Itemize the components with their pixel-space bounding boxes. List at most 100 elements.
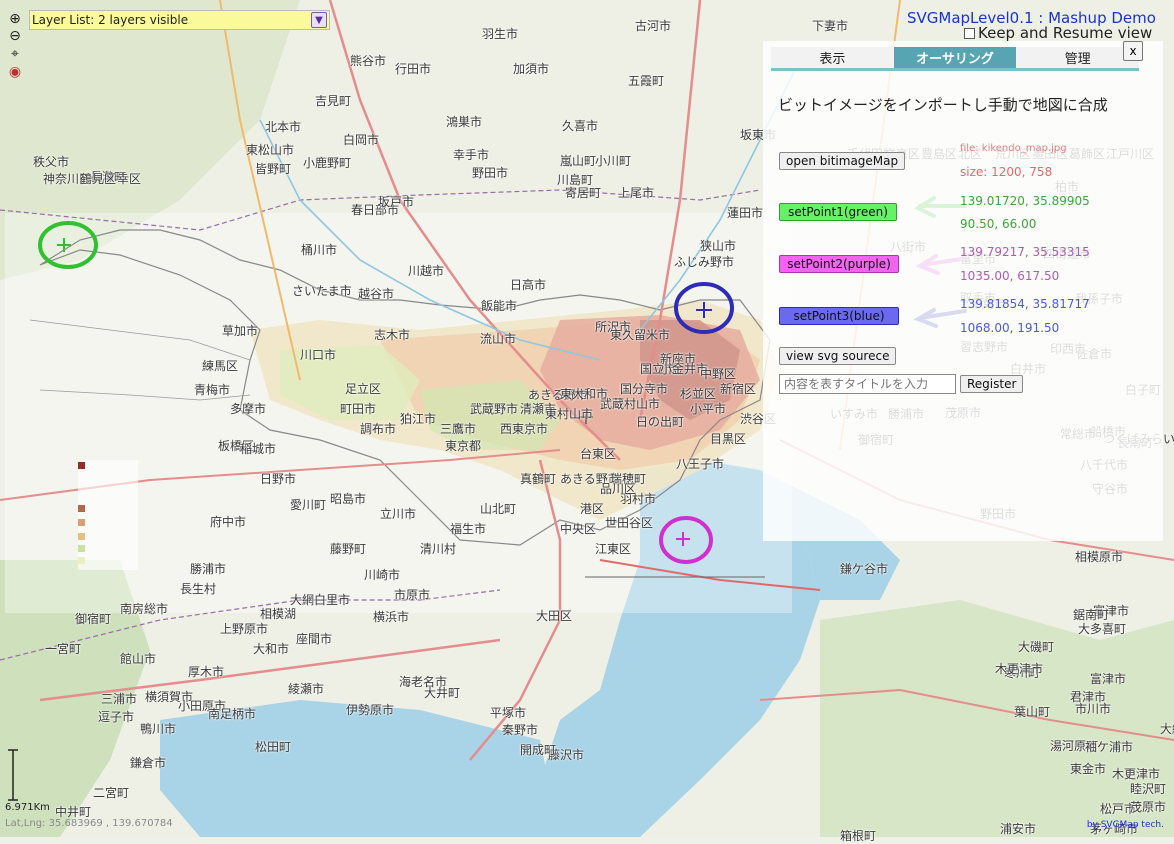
map-place-label: 熊谷市 [350, 54, 387, 68]
map-place-label: 羽生市 [482, 27, 519, 41]
map-place-label: 足立区 [345, 382, 382, 396]
zoom-out-icon[interactable]: ⊖ [6, 27, 24, 45]
layer-list-select[interactable]: Layer List: 2 layers visible ▼ [29, 10, 330, 30]
3d-view-icon[interactable]: ◉ [6, 63, 24, 81]
map-place-label: 平塚市 [490, 706, 527, 720]
map-place-label: 座間市 [296, 632, 333, 646]
map-place-label: 流山市 [480, 332, 517, 346]
map-place-label: 大和市 [253, 642, 290, 656]
map-place-label: 伊勢原市 [346, 703, 395, 717]
title-input[interactable] [779, 374, 956, 394]
map-place-label: 蓮田市 [727, 206, 764, 220]
map-place-label: 上尾市 [618, 186, 655, 200]
keep-resume-checkbox[interactable] [964, 27, 975, 39]
point3-latlng: 139.81854, 35.81717 [960, 297, 1090, 311]
map-place-label: 青梅市 [194, 383, 231, 397]
map-place-label: 秩父市 [33, 155, 70, 169]
map-place-label: 品川区 [600, 482, 637, 496]
map-place-label: 睦沢町 [1130, 782, 1167, 796]
tab-display[interactable]: 表示 [771, 47, 894, 71]
keep-resume-row[interactable]: Keep and Resume view [964, 24, 1152, 42]
set-point2-button[interactable]: setPoint2(purple) [779, 255, 899, 273]
map-place-label: 三浦市 [101, 692, 138, 706]
map-place-label: 武蔵村山市 [600, 397, 661, 411]
map-place-label: 市川市 [1075, 702, 1112, 716]
map-place-label: 日野市 [260, 472, 297, 486]
tab-authoring[interactable]: オーサリング [893, 47, 1017, 71]
map-place-label: 大網白里市 [1160, 722, 1174, 736]
map-place-label: 愛川町 [290, 498, 327, 512]
file-info: file: kikendo_map.jpg [960, 143, 1067, 154]
map-place-label: 秦野市 [502, 723, 539, 737]
authoring-panel: 表示 オーサリング 管理 x ビットイメージをインポートし手動で地図に合成 op… [763, 41, 1163, 541]
zoom-in-icon[interactable]: ⊕ [6, 10, 24, 28]
map-place-label: 東金市 [1070, 762, 1107, 776]
map-place-label: 西東京市 [500, 422, 549, 436]
map-place-label: 三鷹市 [440, 422, 477, 436]
map-place-label: 鎌ケ谷市 [840, 562, 889, 576]
map-place-label: 行田市 [395, 62, 432, 76]
map-place-label: 府中市 [210, 515, 247, 529]
tab-management[interactable]: 管理 [1016, 47, 1140, 71]
map-place-label: 杉並区 [680, 387, 717, 401]
map-place-label: 多摩市 [230, 402, 267, 416]
map-place-label: 志木市 [374, 328, 411, 342]
map-place-label: 嵐山町 [560, 154, 597, 168]
scale-bar [8, 749, 18, 801]
latlng-readout: Lat,Lng: 35.683969 , 139.670784 [5, 818, 173, 829]
map-place-label: 横浜市 [373, 610, 410, 624]
map-place-label: 大多喜町 [1078, 622, 1127, 636]
map-place-label: 真鶴町 [520, 472, 557, 486]
map-place-label: 松田町 [255, 740, 292, 754]
credit-link[interactable]: by SVGMap tech. [1087, 820, 1164, 830]
map-place-label: 川崎市 [364, 568, 401, 582]
map-place-label: 東京都 [445, 439, 482, 453]
map-place-label: 鴨川市 [140, 722, 177, 736]
point3-pixel: 1068.00, 191.50 [960, 321, 1060, 335]
map-place-label: 福生市 [450, 522, 487, 536]
map-place-label: 逗子市 [98, 710, 135, 724]
map-place-label: 鶴見区 [80, 172, 117, 186]
map-place-label: 箱根町 [840, 829, 877, 843]
map-place-label: 草加市 [222, 324, 259, 338]
view-svg-source-button[interactable]: view svg sourece [779, 347, 897, 365]
layer-list-label: Layer List: 2 layers visible [32, 13, 189, 27]
size-info: size: 1200, 758 [960, 165, 1053, 179]
map-place-label: 北本市 [265, 120, 302, 134]
map-place-label: 台東区 [580, 447, 617, 461]
map-place-label: 厚木市 [188, 665, 225, 679]
map-place-label: 久喜市 [562, 119, 599, 133]
map-place-label: 幸手市 [453, 148, 490, 162]
map-place-label: 館山市 [120, 652, 157, 666]
map-place-label: 飯能市 [481, 299, 518, 313]
map-place-label: 開成町 [520, 743, 557, 757]
map-place-label: 白岡市 [343, 133, 380, 147]
map-place-label: 稲城市 [240, 442, 277, 456]
point2-pixel: 1035.00, 617.50 [960, 269, 1060, 283]
gps-icon[interactable]: ⌖ [6, 45, 24, 63]
open-bitimage-button[interactable]: open bitimageMap [779, 152, 906, 170]
map-place-label: 相模原市 [1075, 550, 1124, 564]
keep-resume-label: Keep and Resume view [978, 24, 1153, 42]
map-place-label: 小川町 [595, 154, 632, 168]
map-place-label: 茂原市 [1130, 800, 1167, 814]
map-place-label: 野田市 [472, 166, 509, 180]
panel-tabs: 表示 オーサリング 管理 [771, 47, 1140, 71]
map-place-label: 昭島市 [330, 492, 367, 506]
map-place-label: ふじみ野市 [674, 255, 735, 269]
map-place-label: 川口市 [300, 348, 337, 362]
map-place-label: 越谷市 [358, 287, 395, 301]
chevron-down-icon[interactable]: ▼ [311, 12, 327, 28]
map-place-label: 幸区 [117, 172, 142, 186]
map-place-label: 小鹿野町 [303, 156, 352, 170]
map-place-label: 皆野町 [255, 162, 292, 176]
map-place-label: 練馬区 [202, 359, 239, 373]
set-point1-button[interactable]: setPoint1(green) [779, 203, 897, 221]
register-button[interactable]: Register [960, 375, 1024, 393]
close-button[interactable]: x [1123, 41, 1143, 61]
point1-latlng: 139.01720, 35.89905 [960, 194, 1090, 208]
map-place-label: 東久留米市 [610, 328, 671, 342]
map-place-label: 日高市 [510, 278, 547, 292]
set-point3-button[interactable]: setPoint3(blue) [779, 307, 899, 325]
map-place-label: 勝浦市 [190, 562, 227, 576]
